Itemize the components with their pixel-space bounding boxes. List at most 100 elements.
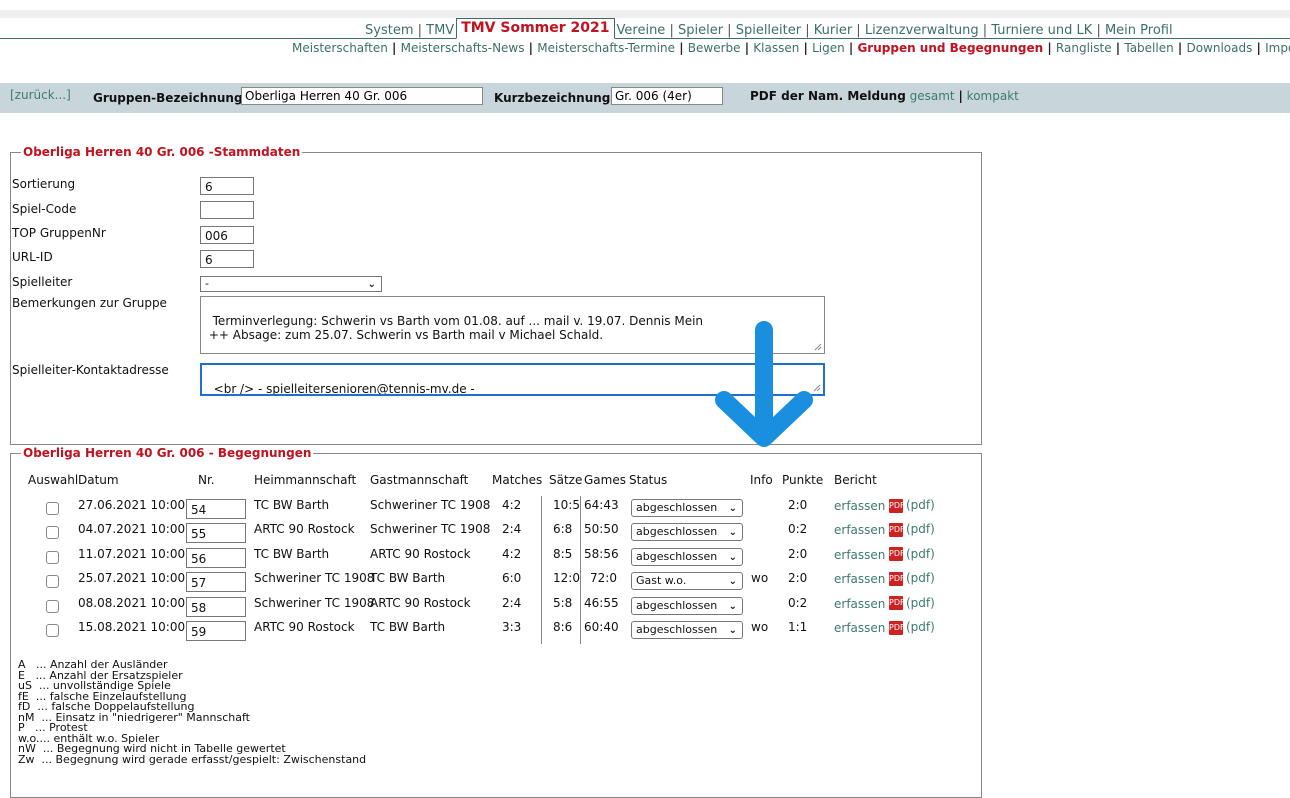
pdf-link-label: (pdf) <box>906 498 935 512</box>
nav-sub-item[interactable]: Meisterschafts-News <box>401 41 525 55</box>
column-header: Auswahl <box>28 473 79 487</box>
status-select[interactable]: abgeschlossen ⌄ <box>631 523 743 542</box>
nav-sub-item[interactable]: Downloads <box>1186 41 1252 55</box>
url-input[interactable]: 6 <box>200 250 254 268</box>
pdf-link[interactable]: PDF(pdf) <box>889 571 935 586</box>
pdf-link[interactable]: PDF(pdf) <box>889 498 935 513</box>
chevron-down-icon: ⌄ <box>728 551 737 563</box>
column-header: Info <box>750 473 773 487</box>
pdf-link[interactable]: PDF(pdf) <box>889 620 935 635</box>
select-checkbox[interactable] <box>46 526 59 540</box>
top-input[interactable]: 006 <box>200 226 254 244</box>
nav-separator: | <box>740 41 754 55</box>
nav-main-item[interactable]: Mein Profil <box>1105 23 1173 38</box>
report-link[interactable]: erfassen <box>834 621 885 635</box>
status-value: abgeschlossen <box>636 501 718 514</box>
short-name-input[interactable] <box>611 87 723 105</box>
match-number-input[interactable]: 59 <box>186 621 246 641</box>
report-link[interactable]: erfassen <box>834 597 885 611</box>
points-value: 0:2 <box>788 522 808 537</box>
column-header: Gastmannschaft <box>370 473 469 487</box>
pdf-link[interactable]: PDF(pdf) <box>889 522 935 537</box>
home-team: Schweriner TC 1908 <box>254 595 375 610</box>
abbreviation-legend: A ... Anzahl der Ausländer E ... Anzahl d… <box>18 659 367 766</box>
nav-separator: | <box>801 23 814 38</box>
sets-score: 8:6 <box>553 620 573 634</box>
status-select[interactable]: Gast w.o. ⌄ <box>631 572 743 591</box>
status-select[interactable]: abgeschlossen ⌄ <box>631 621 743 639</box>
nav-separator: | <box>387 41 401 55</box>
nav-main-item[interactable]: System <box>365 23 413 38</box>
pdf-compact-link[interactable]: kompakt <box>967 89 1019 103</box>
match-number-input[interactable]: 57 <box>186 572 246 593</box>
guest-team: Schweriner TC 1908 <box>370 522 491 537</box>
match-number-input[interactable]: 56 <box>186 547 246 568</box>
nav-main-item[interactable]: Vereine <box>617 23 666 38</box>
sets-score: 10:5 <box>553 498 580 512</box>
nav-main-item[interactable]: Spielleiter <box>736 23 801 38</box>
group-name-label: Gruppen-Bezeichnung: <box>93 91 248 105</box>
code-input[interactable] <box>200 201 254 219</box>
nav-separator: | <box>978 23 992 38</box>
status-select[interactable]: abgeschlossen ⌄ <box>631 547 743 566</box>
column-header: Status <box>629 473 668 487</box>
chevron-down-icon: ⌄ <box>728 503 737 514</box>
select-checkbox[interactable] <box>46 550 59 564</box>
match-date: 15.08.2021 10:00 <box>78 620 186 634</box>
select-checkbox[interactable] <box>46 575 59 589</box>
nav-separator: | <box>675 41 688 55</box>
nav-main-item[interactable]: Turniere und LK <box>991 23 1092 38</box>
nav-main-item[interactable]: TMV <box>426 23 454 38</box>
match-number-input[interactable]: 54 <box>186 499 246 519</box>
pdf-link[interactable]: PDF(pdf) <box>889 596 935 611</box>
select-checkbox[interactable] <box>46 599 59 613</box>
sub-nav: Meisterschaften | Meisterschafts-News | … <box>292 41 1290 55</box>
nav-sub-item[interactable]: Klassen <box>753 41 799 55</box>
nav-separator: | <box>1252 41 1266 55</box>
pdf-icon: PDF <box>889 620 905 635</box>
match-number-input[interactable]: 58 <box>186 596 246 617</box>
match-number-input[interactable]: 55 <box>186 523 246 544</box>
nav-sub-item[interactable]: Meisterschafts-Termine <box>537 41 675 55</box>
status-select[interactable]: abgeschlossen ⌄ <box>631 499 743 517</box>
nav-sub-item[interactable]: Gruppen und Begegnungen <box>857 41 1043 55</box>
pdf-link[interactable]: PDF(pdf) <box>889 547 935 562</box>
nav-sub-item[interactable]: Tabellen <box>1124 41 1173 55</box>
nav-main-item[interactable]: Spieler <box>678 23 723 38</box>
select-checkbox[interactable] <box>46 624 59 637</box>
report-link[interactable]: erfassen <box>834 548 885 562</box>
chevron-down-icon: ⌄ <box>367 279 376 290</box>
leader-label: Spielleiter <box>12 275 73 289</box>
main-nav: System | TMV TMV Sommer 2021 Vereine | Spi… <box>0 18 1290 39</box>
select-checkbox[interactable] <box>46 502 59 515</box>
leader-select[interactable]: - ⌄ <box>200 276 382 292</box>
status-select[interactable]: abgeschlossen ⌄ <box>631 596 743 615</box>
abbreviation-item: Zw ... Begegnung wird gerade erfasst/ges… <box>18 752 367 766</box>
games-score: 64:43 <box>584 498 619 512</box>
match-date: 25.07.2021 10:00 <box>78 571 186 586</box>
sets-score: 12:0 <box>553 571 580 586</box>
report-link[interactable]: erfassen <box>834 523 885 537</box>
leader-select-value: - <box>205 277 209 290</box>
info-value: wo <box>751 620 769 634</box>
report-link[interactable]: erfassen <box>834 499 885 513</box>
pdf-meldung: PDF der Nam. Meldung gesamt | kompakt <box>750 89 1019 103</box>
column-header: Sätze <box>549 473 583 487</box>
nav-sub-item[interactable]: Imports <box>1265 41 1290 55</box>
report-link[interactable]: erfassen <box>834 572 885 586</box>
nav-sub-item[interactable]: Meisterschaften <box>292 41 388 55</box>
match-date: 27.06.2021 10:00 <box>78 498 186 512</box>
back-link[interactable]: [zurück...] <box>10 88 71 102</box>
nav-main-item[interactable]: Lizenzverwaltung <box>865 23 979 38</box>
group-name-input[interactable] <box>241 87 483 105</box>
nav-main-item[interactable]: Kurier <box>814 23 852 38</box>
nav-sub-item[interactable]: Rangliste <box>1056 41 1112 55</box>
nav-main-active-tab[interactable]: TMV Sommer 2021 <box>456 18 615 39</box>
games-score: 58:56 <box>584 546 619 561</box>
guest-team: TC BW Barth <box>370 620 446 634</box>
nav-sub-item[interactable]: Ligen <box>812 41 845 55</box>
sort-input[interactable]: 6 <box>200 177 254 195</box>
nav-separator: | <box>844 41 858 55</box>
pdf-all-link[interactable]: gesamt <box>910 89 955 103</box>
nav-sub-item[interactable]: Bewerbe <box>688 41 741 55</box>
